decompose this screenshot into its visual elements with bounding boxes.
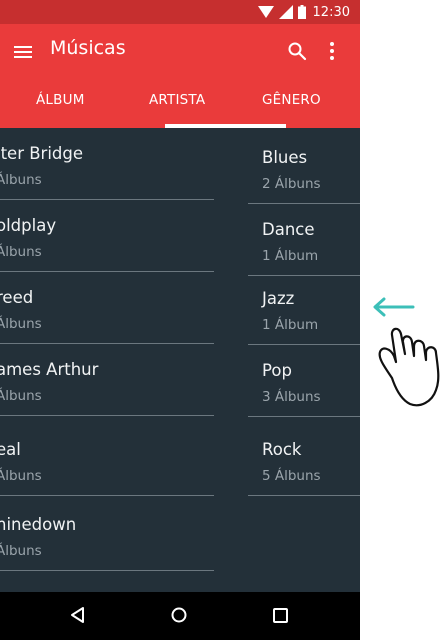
divider [0,570,214,571]
page-title: Músicas [50,37,126,59]
genre-name: Jazz [262,289,295,308]
swipe-left-hand-icon [373,297,440,407]
genre-name: Dance [262,220,315,239]
app-bar: Músicas ÁLBUM ARTISTA GÊNERO [0,24,360,128]
phone-screen: 12:30 Músicas ÁLBUM ARTISTA GÊNERO lter … [0,0,360,640]
album-count: Álbuns [0,388,42,404]
album-count: 3 Álbuns [262,389,321,405]
list-item[interactable]: Blues 2 Álbuns [248,132,360,204]
album-count: 2 Álbuns [262,176,321,192]
back-triangle-icon[interactable] [69,606,87,624]
divider [0,415,214,416]
divider [0,495,214,496]
artist-list[interactable]: lter Bridge Álbuns oldplay Álbuns reed Á… [0,128,214,592]
artist-name: reed [0,288,34,307]
artist-name: ames Arthur [0,360,99,379]
status-icons: 12:30 [257,3,350,21]
battery-icon [297,5,306,19]
status-bar: 12:30 [0,0,360,24]
artist-name: hinedown [0,515,77,534]
list-item[interactable]: oldplay Álbuns [0,200,214,272]
list-item[interactable]: lter Bridge Álbuns [0,128,214,200]
home-circle-icon[interactable] [170,606,188,624]
tab-artista[interactable]: ARTISTA [149,92,205,108]
genre-name: Pop [262,361,292,380]
tab-album[interactable]: ÁLBUM [36,92,85,108]
system-nav-bar [0,592,360,640]
menu-icon[interactable] [13,42,33,62]
list-item[interactable]: Dance 1 Álbum [248,204,360,276]
genre-list[interactable]: Blues 2 Álbuns Dance 1 Álbum Jazz 1 Álbu… [248,128,360,592]
list-item[interactable]: Pop 3 Álbuns [248,345,360,417]
divider [248,495,360,496]
album-count: 1 Álbum [262,317,319,333]
album-count: 1 Álbum [262,248,319,264]
search-icon[interactable] [287,41,307,61]
artist-name: lter Bridge [0,144,84,163]
album-count: 5 Álbuns [262,468,321,484]
list-item[interactable]: Rock 5 Álbuns [248,424,360,496]
album-count: Álbuns [0,316,42,332]
album-count: Álbuns [0,543,42,559]
genre-name: Rock [262,440,302,459]
list-item[interactable]: Jazz 1 Álbum [248,273,360,345]
genre-name: Blues [262,148,308,167]
more-vert-icon[interactable] [322,40,342,62]
recents-square-icon[interactable] [272,607,289,624]
divider [248,416,360,417]
list-item[interactable]: reed Álbuns [0,272,214,344]
tab-genero[interactable]: GÊNERO [262,92,321,108]
list-item[interactable]: hinedown Álbuns [0,499,214,571]
artist-name: oldplay [0,216,57,235]
artist-name: eal [0,440,21,459]
album-count: Álbuns [0,468,42,484]
album-count: Álbuns [0,172,42,188]
album-count: Álbuns [0,244,42,260]
list-item[interactable]: ames Arthur Álbuns [0,344,214,416]
wifi-icon [257,6,274,18]
status-time: 12:30 [312,4,350,20]
list-item[interactable]: eal Álbuns [0,424,214,496]
cell-signal-icon [278,5,293,19]
